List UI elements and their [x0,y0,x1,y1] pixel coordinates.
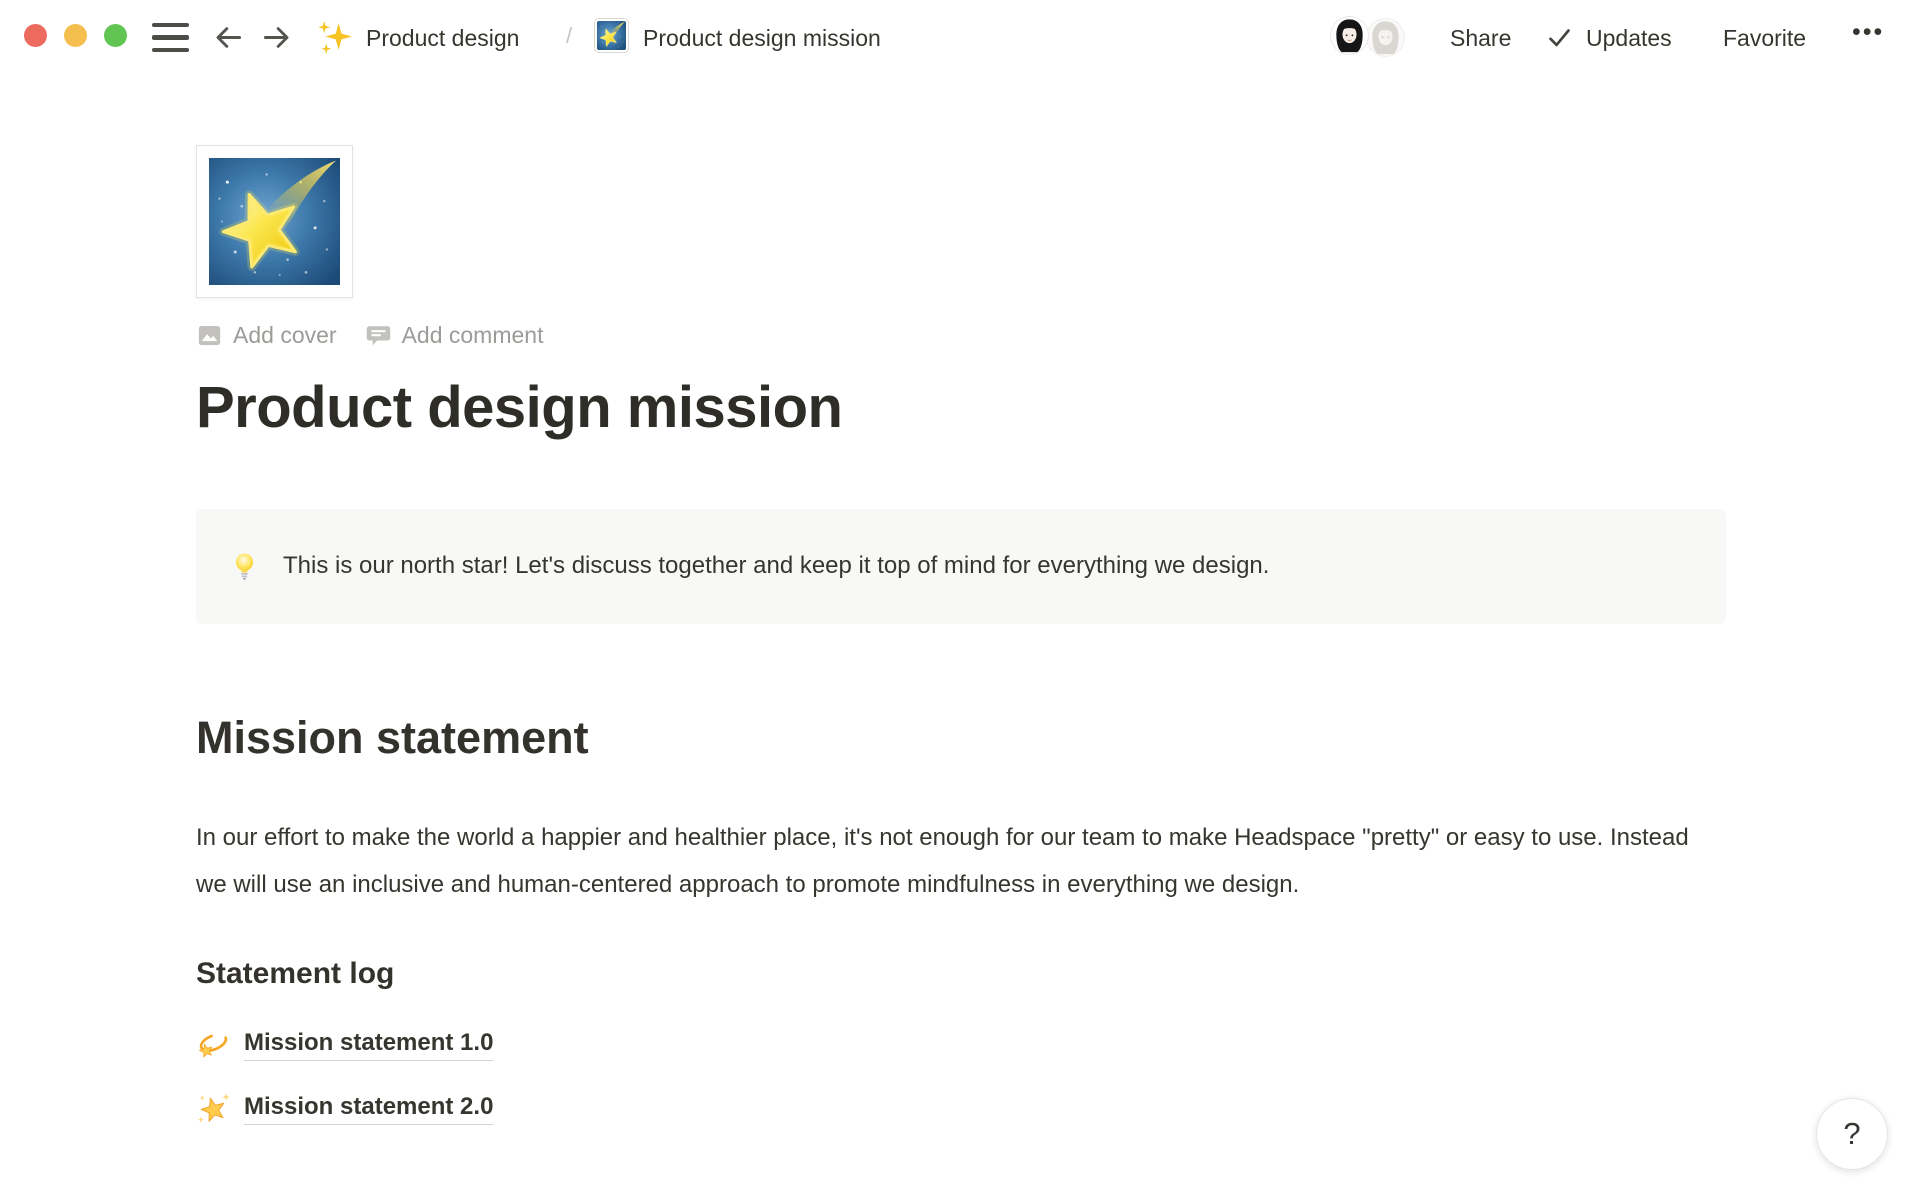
statement-log-heading[interactable]: Statement log [196,954,1726,993]
favorite-button[interactable]: Favorite [1723,24,1806,52]
page-link-label[interactable]: Mission statement 1.0 [244,1029,493,1061]
help-button[interactable]: ? [1816,1098,1888,1170]
mission-statement-paragraph[interactable]: In our effort to make the world a happie… [196,814,1726,908]
comment-icon [365,322,392,349]
picture-icon [196,322,223,349]
callout-text: This is our north star! Let's discuss to… [283,552,1269,580]
breadcrumb-current[interactable]: Product design mission [643,24,881,52]
add-comment-button[interactable]: Add comment [365,322,544,349]
avatar[interactable] [1330,16,1369,55]
check-icon [1546,24,1573,51]
forward-arrow-icon[interactable] [261,22,292,53]
share-button[interactable]: Share [1450,24,1511,52]
window-controls [24,24,127,47]
dizzy-star-icon [196,1027,231,1062]
breadcrumb-separator: / [566,23,572,49]
statement-log-links: Mission statement 1.0 Mission statement … [196,1013,1726,1141]
minimize-window-button[interactable] [64,24,87,47]
back-arrow-icon[interactable] [213,22,244,53]
light-bulb-icon [229,551,260,582]
updates-button[interactable]: Updates [1586,24,1672,52]
zoom-window-button[interactable] [104,24,127,47]
close-window-button[interactable] [24,24,47,47]
callout-block[interactable]: This is our north star! Let's discuss to… [196,509,1726,624]
page-hover-actions: Add cover Add comment [196,322,1726,349]
page-link-mission-statement-2[interactable]: Mission statement 2.0 [196,1077,1726,1141]
collaborator-avatars[interactable] [1330,16,1410,56]
mission-statement-heading[interactable]: Mission statement [196,710,1726,766]
breadcrumb-parent[interactable]: Product design [366,24,519,52]
page-icon-shooting-star[interactable] [196,145,353,298]
page-link-label[interactable]: Mission statement 2.0 [244,1093,493,1125]
sparkles-emoji-icon [316,19,353,56]
add-comment-label: Add comment [402,322,544,349]
page-link-mission-statement-1[interactable]: Mission statement 1.0 [196,1013,1726,1077]
add-cover-button[interactable]: Add cover [196,322,337,349]
sidebar-menu-icon[interactable] [152,23,189,52]
add-cover-label: Add cover [233,322,337,349]
window-topbar: Product design / Product design mission … [0,0,1920,56]
more-options-button[interactable]: ••• [1852,18,1884,46]
page-title[interactable]: Product design mission [196,373,1726,443]
avatar[interactable] [1366,18,1405,57]
page-content: Add cover Add comment Product design mis… [196,145,1726,1141]
glowing-star-icon [196,1091,231,1126]
shooting-star-page-icon-small [595,19,628,52]
